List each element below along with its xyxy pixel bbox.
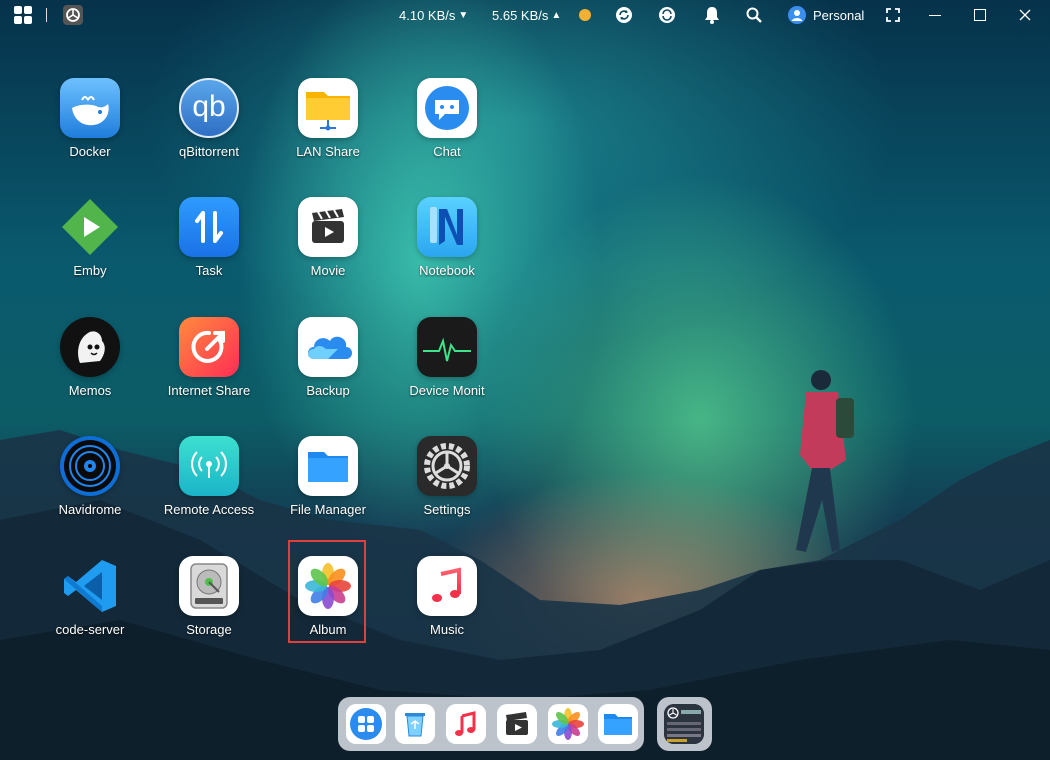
qbittorrent-glyph: qb xyxy=(192,90,226,123)
wireless-antenna-icon xyxy=(179,436,239,496)
maximize-icon[interactable] xyxy=(974,0,986,30)
top-bar: 4.10 KB/s ▼ 5.65 KB/s ▲ Personal xyxy=(0,0,1050,30)
app-file-manager[interactable]: File Manager xyxy=(273,436,383,546)
dock-app-launcher[interactable] xyxy=(346,704,386,744)
close-icon[interactable] xyxy=(1019,0,1031,30)
app-launcher-icon[interactable] xyxy=(14,0,32,30)
app-label: Memos xyxy=(68,383,112,398)
app-label: Backup xyxy=(306,383,350,398)
app-task[interactable]: Task xyxy=(154,197,264,307)
vscode-icon xyxy=(60,556,120,616)
app-label: Emby xyxy=(73,263,107,278)
app-code-server[interactable]: code-server xyxy=(35,556,145,666)
docker-icon xyxy=(60,78,120,138)
app-label: File Manager xyxy=(290,502,366,517)
fullscreen-icon[interactable] xyxy=(886,0,900,30)
clapperboard-icon xyxy=(298,197,358,257)
app-label: Task xyxy=(195,263,223,278)
dock-music[interactable] xyxy=(446,704,486,744)
app-label: Internet Share xyxy=(167,383,251,398)
user-label: Personal xyxy=(813,7,865,23)
app-label: Music xyxy=(430,622,464,637)
dock-file-manager[interactable] xyxy=(598,704,638,744)
app-storage[interactable]: Storage xyxy=(154,556,264,666)
user-menu[interactable]: Personal xyxy=(788,0,864,30)
dock-recycle-bin[interactable] xyxy=(395,704,435,744)
heartbeat-monitor-icon xyxy=(417,317,477,377)
minimize-icon[interactable] xyxy=(929,0,941,30)
user-avatar-icon xyxy=(788,6,806,24)
app-chat[interactable]: Chat xyxy=(392,78,502,188)
app-label: Storage xyxy=(186,622,232,637)
hard-drive-icon xyxy=(179,556,239,616)
memos-icon xyxy=(60,317,120,377)
app-music[interactable]: Music xyxy=(392,556,502,666)
dock-movie[interactable] xyxy=(497,704,537,744)
system-monitor-icon[interactable] xyxy=(63,0,83,30)
divider xyxy=(46,0,47,30)
qbittorrent-icon: qb xyxy=(179,78,239,138)
app-label: qBittorrent xyxy=(179,144,239,159)
app-remote-access[interactable]: Remote Access xyxy=(154,436,264,546)
music-note-icon xyxy=(417,556,477,616)
dock xyxy=(338,697,644,751)
refresh-icon[interactable] xyxy=(658,0,676,30)
app-label: Notebook xyxy=(419,263,475,278)
hiker-figure xyxy=(796,370,854,552)
app-settings[interactable]: Settings xyxy=(392,436,502,546)
internet-share-icon xyxy=(179,317,239,377)
app-device-monitor[interactable]: Device Monit xyxy=(392,317,502,427)
app-label: Movie xyxy=(310,263,346,278)
download-speed: 4.10 KB/s ▼ xyxy=(399,0,468,30)
vinyl-record-icon xyxy=(60,436,120,496)
arrow-down-icon: ▼ xyxy=(458,9,469,21)
app-label: Remote Access xyxy=(163,502,255,517)
cloud-icon xyxy=(298,317,358,377)
app-internet-share[interactable]: Internet Share xyxy=(154,317,264,427)
bell-icon[interactable] xyxy=(704,0,720,30)
gear-icon xyxy=(417,436,477,496)
selection-highlight xyxy=(288,540,366,643)
status-dot-icon[interactable] xyxy=(579,0,591,30)
app-navidrome[interactable]: Navidrome xyxy=(35,436,145,546)
app-label: code-server xyxy=(55,622,125,637)
app-movie[interactable]: Movie xyxy=(273,197,383,307)
app-label: Device Monit xyxy=(409,383,485,398)
dock-album[interactable] xyxy=(548,704,588,744)
app-docker[interactable]: Docker xyxy=(35,78,145,188)
app-notebook[interactable]: Notebook xyxy=(392,197,502,307)
app-label: Chat xyxy=(433,144,461,159)
folder-icon xyxy=(298,436,358,496)
upload-speed-text: 5.65 KB/s xyxy=(492,7,549,23)
notebook-icon xyxy=(417,197,477,257)
dock-running-apps xyxy=(657,697,712,751)
arrow-up-icon: ▲ xyxy=(551,9,562,21)
lan-share-icon xyxy=(298,78,358,138)
sync-icon[interactable] xyxy=(615,0,633,30)
app-memos[interactable]: Memos xyxy=(35,317,145,427)
app-backup[interactable]: Backup xyxy=(273,317,383,427)
emby-icon xyxy=(60,197,120,257)
upload-speed: 5.65 KB/s ▲ xyxy=(492,0,561,30)
app-label: Settings xyxy=(423,502,471,517)
app-label: Docker xyxy=(69,144,111,159)
app-emby[interactable]: Emby xyxy=(35,197,145,307)
app-label: LAN Share xyxy=(296,144,360,159)
app-qbittorrent[interactable]: qb qBittorrent xyxy=(154,78,264,188)
search-icon[interactable] xyxy=(746,0,762,30)
app-lan-share[interactable]: LAN Share xyxy=(273,78,383,188)
task-icon xyxy=(179,197,239,257)
app-label: Navidrome xyxy=(58,502,122,517)
chat-icon xyxy=(417,78,477,138)
download-speed-text: 4.10 KB/s xyxy=(399,7,456,23)
dock-system-monitor-window[interactable] xyxy=(664,704,704,744)
